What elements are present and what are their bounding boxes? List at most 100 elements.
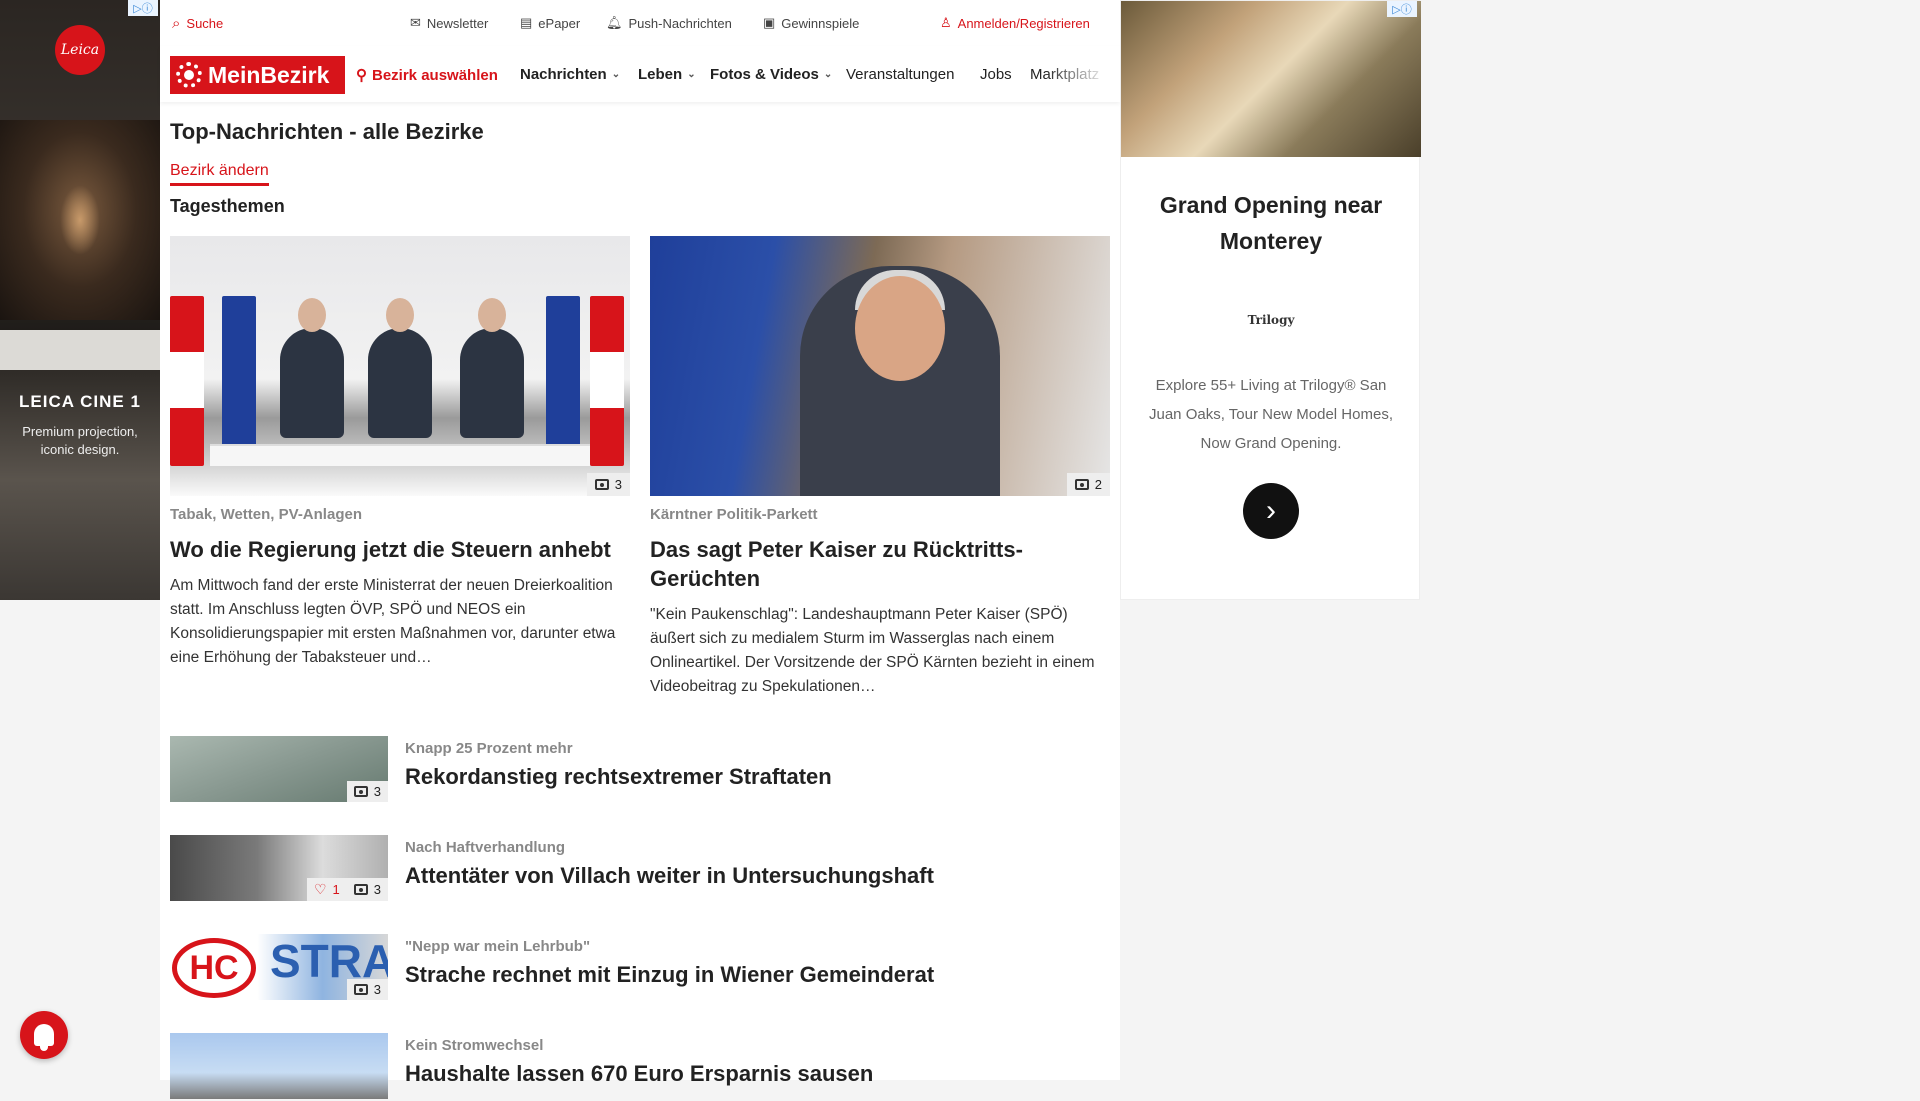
newsletter-label: Newsletter: [426, 15, 489, 31]
article-teaser: "Kein Paukenschlag": Landeshauptmann Pet…: [650, 606, 1095, 695]
photo-count: 2: [1094, 477, 1102, 492]
newspaper-icon: ▤: [520, 15, 533, 30]
ad-subtitle: Premium projection, iconic design.: [22, 424, 138, 457]
ad-description: Explore 55+ Living at Trilogy® San Juan …: [1149, 377, 1393, 452]
logo-sun-icon: [176, 62, 202, 88]
gallery-icon: [1074, 479, 1089, 490]
like-count: 1: [332, 882, 340, 897]
article-kicker: Tabak, Wetten, PV-Anlagen: [170, 506, 362, 523]
gallery-icon: [353, 984, 368, 995]
chevron-down-icon: ⌄: [687, 69, 696, 80]
main-navigation: MeinBezirk ⚲ Bezirk auswählen Nachrichte…: [160, 46, 1120, 102]
article-kicker: Kärntner Politik-Parkett: [650, 506, 818, 523]
article-thumbnail[interactable]: [170, 1033, 388, 1099]
top-utility-bar: ⌕ Suche ✉ Newsletter ▤ ePaper 🔔︎ Push-Na…: [160, 0, 1120, 46]
photo-count: 3: [373, 882, 381, 897]
nav-label: Veranstaltungen: [846, 66, 955, 83]
nav-item-leben[interactable]: Leben ⌄: [638, 66, 696, 83]
list-item[interactable]: 3 Knapp 25 Prozent mehr Rekordanstieg re…: [170, 736, 1110, 804]
gallery-icon: [353, 786, 368, 797]
location-pin-icon: ⚲: [356, 67, 367, 84]
nav-item-fotos-videos[interactable]: Fotos & Videos ⌄: [710, 66, 832, 83]
featured-article[interactable]: 2 Kärntner Politik-Parkett Das sagt Pete…: [650, 236, 1110, 699]
portrait-figure: [800, 266, 1000, 496]
nav-label: Leben: [638, 66, 683, 83]
photo-count: 3: [614, 477, 622, 492]
article-image[interactable]: 3: [170, 236, 630, 496]
list-item[interactable]: HC STRAC 3 "Nepp war mein Lehrbub" Strac…: [170, 934, 1110, 1002]
page-title: Top-Nachrichten - alle Bezirke: [170, 119, 484, 144]
article-kicker: Kein Stromwechsel: [405, 1037, 544, 1054]
nav-item-nachrichten[interactable]: Nachrichten ⌄: [520, 66, 620, 83]
ad-dancer-figure: [60, 185, 100, 255]
chevron-right-icon[interactable]: ›: [1243, 483, 1299, 539]
nav-label: Jobs: [980, 66, 1012, 83]
nav-label: Nachrichten: [520, 66, 607, 83]
person: [368, 298, 432, 438]
site-logo[interactable]: MeinBezirk: [170, 56, 345, 94]
article-kicker: Knapp 25 Prozent mehr: [405, 740, 573, 757]
chevron-down-icon: ⌄: [823, 69, 833, 80]
ad-photo: [1121, 1, 1421, 157]
photo-count-badge: 3: [346, 781, 388, 802]
article-title[interactable]: Attentäter von Villach weiter in Untersu…: [405, 863, 934, 889]
push-label: Push-Nachrichten: [628, 15, 732, 31]
ad-title: LEICA CINE 1: [19, 392, 141, 411]
newsletter-link[interactable]: ✉ Newsletter: [410, 15, 488, 31]
games-link[interactable]: ▣ Gewinnspiele: [763, 15, 859, 31]
left-advertisement[interactable]: ▷ⓘ Leica LEICA CINE 1 Premium projection…: [0, 0, 160, 600]
user-icon: ♙: [940, 15, 952, 30]
notification-bell-button[interactable]: [20, 1011, 68, 1059]
bell-icon: 🔔︎: [606, 15, 623, 30]
leica-logo: Leica: [55, 25, 105, 75]
push-notifications-link[interactable]: 🔔︎ Push-Nachrichten: [606, 15, 732, 31]
featured-article[interactable]: 3 Tabak, Wetten, PV-Anlagen Wo die Regie…: [170, 236, 630, 670]
adchoices-icon[interactable]: ▷ⓘ: [128, 0, 158, 16]
change-district-link[interactable]: Bezirk ändern: [170, 162, 269, 186]
list-item[interactable]: Kein Stromwechsel Haushalte lassen 670 E…: [170, 1033, 1110, 1101]
brand-name: MeinBezirk: [208, 61, 330, 88]
person: [460, 298, 524, 438]
district-label: Bezirk auswählen: [372, 66, 498, 84]
games-label: Gewinnspiele: [781, 15, 860, 31]
austria-flag: [170, 296, 204, 466]
article-thumbnail[interactable]: 3: [170, 736, 388, 802]
photo-count-badge: 2: [1066, 473, 1110, 496]
search-link[interactable]: ⌕ Suche: [172, 15, 223, 32]
article-thumbnail[interactable]: HC STRAC 3: [170, 934, 388, 1000]
ad-headline[interactable]: Grand Opening near Monterey: [1121, 187, 1421, 259]
nav-item-veranstaltungen[interactable]: Veranstaltungen: [846, 66, 954, 83]
article-image[interactable]: 2: [650, 236, 1110, 496]
heart-icon: ♡: [313, 881, 327, 897]
article-thumbnail[interactable]: ♡ 1 3: [170, 835, 388, 901]
article-kicker: Nach Haftverhandlung: [405, 839, 566, 856]
section-heading: Tagesthemen: [170, 196, 285, 216]
trilogy-logo: Trilogy: [1247, 313, 1295, 327]
eu-flag: [222, 296, 256, 466]
article-title[interactable]: Strache rechnet mit Einzug in Wiener Gem…: [405, 962, 934, 988]
article-title[interactable]: Wo die Regierung jetzt die Steuern anheb…: [170, 535, 630, 564]
list-item[interactable]: ♡ 1 3 Nach Haftverhandlung Attentäter vo…: [170, 835, 1110, 903]
mail-icon: ✉: [410, 15, 421, 30]
press-table: [210, 444, 590, 466]
thumbnail-logo-text: HC: [172, 938, 256, 998]
article-teaser: Am Mittwoch fand der erste Ministerrat d…: [170, 577, 616, 666]
article-title[interactable]: Das sagt Peter Kaiser zu Rücktritts-Gerü…: [650, 535, 1110, 593]
adchoices-icon[interactable]: ▷ⓘ: [1387, 1, 1417, 17]
search-icon: ⌕: [172, 15, 181, 32]
photo-count-badge: 3: [346, 979, 388, 1000]
search-label: Suche: [186, 16, 224, 31]
epaper-link[interactable]: ▤ ePaper: [520, 15, 580, 31]
article-title[interactable]: Haushalte lassen 670 Euro Ersparnis saus…: [405, 1061, 873, 1087]
nav-label: Fotos & Videos: [710, 66, 819, 83]
login-link[interactable]: ♙ Anmelden/Registrieren: [940, 15, 1090, 31]
district-selector[interactable]: ⚲ Bezirk auswählen: [356, 66, 498, 85]
right-advertisement[interactable]: ▷ⓘ Grand Opening near Monterey Trilogy E…: [1120, 0, 1421, 600]
article-kicker: "Nepp war mein Lehrbub": [405, 938, 591, 955]
login-label: Anmelden/Registrieren: [957, 15, 1090, 31]
photo-count-badge: 3: [586, 473, 630, 496]
person: [280, 298, 344, 438]
chevron-down-icon: ⌄: [611, 69, 621, 80]
nav-item-jobs[interactable]: Jobs: [980, 66, 1012, 83]
article-title[interactable]: Rekordanstieg rechtsextremer Straftaten: [405, 764, 832, 790]
